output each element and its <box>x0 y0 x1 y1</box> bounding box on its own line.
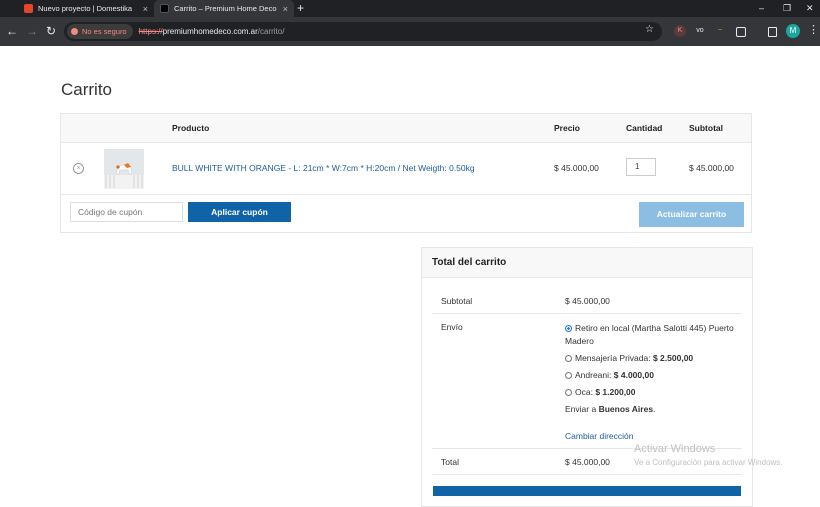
shipping-option-pickup[interactable]: Retiro en local (Martha Salotti 445) Pue… <box>565 322 745 348</box>
url-scheme: https:// <box>138 27 163 36</box>
url-host: premiumhomedeco.com.ar <box>162 27 258 36</box>
shipping-option-andreani[interactable]: Andreani: $ 4.000,00 <box>565 369 654 382</box>
radio-button[interactable] <box>565 325 572 332</box>
cart-totals-header: Total del carrito <box>422 248 752 278</box>
address-bar: ← → ↻ No es seguro https:// premiumhomed… <box>0 17 820 46</box>
header-product: Producto <box>172 123 210 133</box>
item-subtotal: $ 45.000,00 <box>689 163 734 173</box>
cart-totals: Total del carrito Subtotal $ 45.000,00 E… <box>421 247 753 507</box>
total-label: Total <box>441 457 459 467</box>
ship-to-place: Buenos Aires <box>598 404 654 414</box>
extension-k-icon[interactable]: K <box>674 25 686 37</box>
header-subtotal: Subtotal <box>689 123 723 133</box>
radio-button[interactable] <box>565 355 572 362</box>
shipping-option-price: $ 4.000,00 <box>613 370 654 380</box>
page-title: Carrito <box>61 80 113 99</box>
close-window-icon[interactable]: ✕ <box>806 0 814 17</box>
checkout-button[interactable] <box>433 486 741 496</box>
site-favicon-icon <box>160 4 169 13</box>
divider <box>432 474 742 475</box>
header-quantity: Cantidad <box>626 123 663 133</box>
update-cart-button[interactable]: Actualizar carrito <box>639 202 744 227</box>
tab-close-icon[interactable]: × <box>283 4 288 14</box>
tab-close-icon[interactable]: × <box>143 4 148 14</box>
total-value: $ 45.000,00 <box>565 457 610 467</box>
ship-to-prefix: Enviar a <box>565 404 597 414</box>
menu-icon[interactable]: ⋮ <box>808 23 819 38</box>
warning-icon <box>71 28 78 35</box>
tab-title: Carrito – Premium Home Deco <box>174 4 277 13</box>
shipping-option-price: $ 2.500,00 <box>652 353 694 363</box>
radio-button[interactable] <box>565 389 572 396</box>
cart-table-header: Producto Precio Cantidad Subtotal <box>61 114 751 143</box>
shipping-option-label: Mensajería Privada: <box>575 353 651 363</box>
apply-coupon-button[interactable]: Aplicar cupón <box>188 202 291 222</box>
url-path: /carrito/ <box>257 27 285 36</box>
subtotal-value: $ 45.000,00 <box>565 296 610 306</box>
product-name-link[interactable]: BULL WHITE WITH ORANGE - L: 21cm * W:7cm… <box>172 163 475 173</box>
watermark-subtitle: Ve a Configuración para activar Windows. <box>634 458 783 467</box>
shipping-label: Envío <box>441 322 463 332</box>
ship-to-text: Enviar a Buenos Aires. <box>565 403 655 416</box>
reload-icon[interactable]: ↻ <box>46 23 56 40</box>
cart-table: Producto Precio Cantidad Subtotal × BULL… <box>60 113 752 233</box>
shipping-option-price: $ 1.200,00 <box>595 387 636 397</box>
shipping-option-label: Andreani: <box>575 370 612 380</box>
extension-wave-icon[interactable]: ~ <box>714 25 726 37</box>
domestika-favicon-icon <box>24 4 33 13</box>
security-chip[interactable]: No es seguro <box>67 24 133 39</box>
remove-item-icon[interactable]: × <box>73 163 84 174</box>
tab-domestika[interactable]: Nuevo proyecto | Domestika × <box>18 0 154 17</box>
shipping-option-label: Oca: <box>575 387 593 397</box>
windows-activation-watermark: Activar Windows Ve a Configuración para … <box>634 443 783 467</box>
tab-strip: Nuevo proyecto | Domestika × Carrito – P… <box>0 0 820 17</box>
profile-avatar[interactable]: M <box>786 24 800 38</box>
back-icon[interactable]: ← <box>6 23 18 40</box>
tab-carrito[interactable]: Carrito – Premium Home Deco × <box>154 0 294 17</box>
item-price: $ 45.000,00 <box>554 163 599 173</box>
extension-vo-icon[interactable]: vo <box>694 25 706 37</box>
security-label: No es seguro <box>82 27 127 36</box>
shipping-option-label: Retiro en local (Martha Salotti 445) Pue… <box>565 323 734 346</box>
forward-icon[interactable]: → <box>26 23 38 40</box>
url-field[interactable]: No es seguro https:// premiumhomedeco.co… <box>64 22 662 41</box>
cart-totals-title: Total del carrito <box>432 257 507 268</box>
header-price: Precio <box>554 123 580 133</box>
coupon-input[interactable]: Código de cupón <box>70 202 183 222</box>
divider <box>432 313 742 314</box>
shipping-option-oca[interactable]: Oca: $ 1.200,00 <box>565 386 636 399</box>
new-tab-button[interactable]: + <box>297 1 304 16</box>
bookmark-star-icon[interactable]: ☆ <box>645 24 654 35</box>
quantity-field[interactable]: 1 <box>626 158 656 176</box>
watermark-title: Activar Windows <box>634 443 716 455</box>
restore-icon[interactable]: ❐ <box>783 0 791 17</box>
change-address-link[interactable]: Cambiar dirección <box>565 431 634 441</box>
tab-title: Nuevo proyecto | Domestika <box>38 4 133 13</box>
minimize-icon[interactable]: – <box>759 0 764 17</box>
sidepanel-icon[interactable] <box>768 27 777 37</box>
table-row: × BULL WHITE WITH ORANGE - L: 21cm * W:7… <box>61 142 751 195</box>
radio-button[interactable] <box>565 372 572 379</box>
ship-to-suffix: . <box>653 404 656 414</box>
subtotal-label: Subtotal <box>441 296 473 306</box>
extensions-puzzle-icon[interactable] <box>736 27 746 37</box>
shipping-option-courier[interactable]: Mensajería Privada: $ 2.500,00 <box>565 352 693 365</box>
product-thumbnail[interactable] <box>104 149 144 189</box>
